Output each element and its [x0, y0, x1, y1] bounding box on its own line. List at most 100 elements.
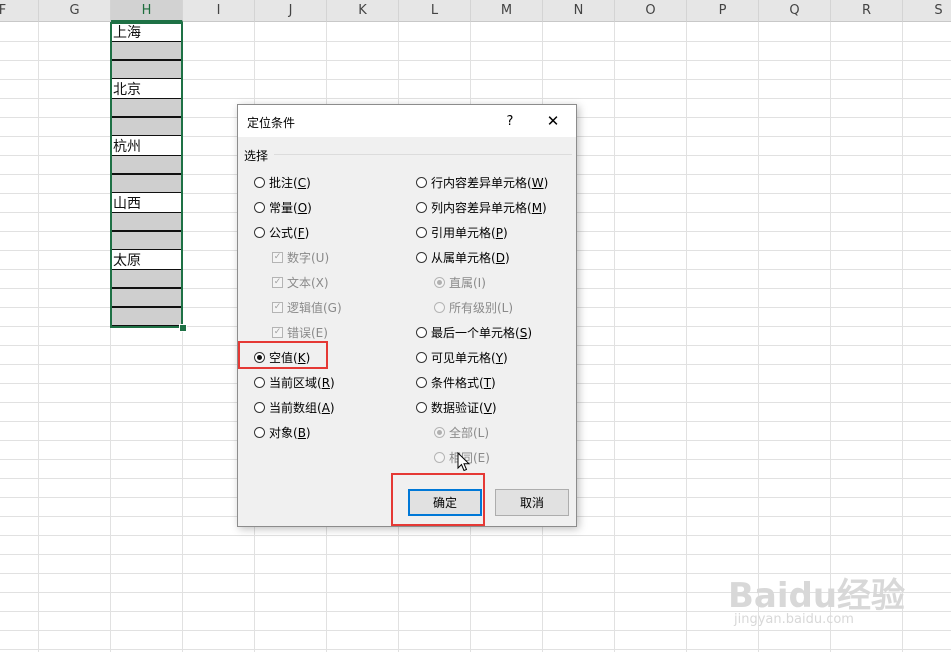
option-label: 逻辑值(G)	[287, 300, 342, 315]
option-label: 可见单元格(Y)	[431, 350, 508, 365]
radio-icon[interactable]	[254, 201, 265, 213]
option-sub-5: 所有级别(L)	[434, 298, 513, 316]
option-label: 行内容差异单元格(W)	[431, 175, 549, 190]
radio-icon[interactable]	[416, 326, 427, 338]
column-header-k[interactable]: K	[327, 0, 399, 22]
radio-icon[interactable]	[416, 401, 427, 413]
cell-h2[interactable]	[111, 41, 182, 60]
option-sub-4: 直属(I)	[434, 273, 486, 291]
radio-icon[interactable]	[416, 176, 427, 188]
radio-icon[interactable]	[254, 426, 265, 438]
cell-h14[interactable]	[111, 269, 182, 288]
column-header-l[interactable]: L	[399, 0, 471, 22]
watermark-text: Baidu经验	[728, 576, 906, 616]
option-v[interactable]: 数据验证(V)	[416, 398, 497, 416]
option-w[interactable]: 行内容差异单元格(W)	[416, 173, 548, 191]
radio-icon	[434, 451, 445, 463]
radio-icon[interactable]	[254, 401, 265, 413]
option-sub-3: ✓ 数字(U)	[272, 248, 329, 266]
dialog-title: 定位条件	[247, 116, 296, 130]
radio-icon[interactable]	[254, 176, 265, 188]
cell-h9[interactable]	[111, 174, 182, 193]
radio-icon[interactable]	[416, 251, 427, 263]
option-p[interactable]: 引用单元格(P)	[416, 223, 508, 241]
option-b[interactable]: 对象(B)	[254, 423, 311, 441]
column-header-g[interactable]: G	[39, 0, 111, 22]
column-header-o[interactable]: O	[615, 0, 687, 22]
dialog-titlebar[interactable]: 定位条件 ? ✕	[238, 105, 576, 137]
cell-h3[interactable]	[111, 60, 182, 79]
cancel-button[interactable]: 取消	[495, 489, 569, 516]
radio-checked-icon[interactable]	[254, 351, 265, 363]
option-d[interactable]: 从属单元格(D)	[416, 248, 510, 266]
option-label: 对象(B)	[269, 425, 311, 440]
cell-text: 北京	[113, 82, 141, 98]
column-header-h[interactable]: H	[111, 0, 183, 22]
radio-icon[interactable]	[416, 201, 427, 213]
select-group-label: 选择	[244, 149, 269, 163]
cell-h15[interactable]	[111, 288, 182, 307]
column-header-q[interactable]: Q	[759, 0, 831, 22]
cell-h4[interactable]: 北京	[111, 79, 182, 98]
radio-icon[interactable]	[254, 376, 265, 388]
radio-icon[interactable]	[416, 226, 427, 238]
option-label: 数据验证(V)	[431, 400, 497, 415]
checkbox-icon: ✓	[272, 326, 283, 338]
option-c[interactable]: 批注(C)	[254, 173, 311, 191]
watermark-url: jingyan.baidu.com	[734, 612, 854, 627]
cell-h6[interactable]	[111, 117, 182, 136]
option-m[interactable]: 列内容差异单元格(M)	[416, 198, 547, 216]
option-a[interactable]: 当前数组(A)	[254, 398, 335, 416]
column-header-i[interactable]: I	[183, 0, 255, 22]
cell-h13[interactable]: 太原	[111, 250, 182, 269]
cell-h1[interactable]: 上海	[111, 22, 182, 41]
cell-h11[interactable]	[111, 212, 182, 231]
option-label: 当前数组(A)	[269, 400, 335, 415]
option-label: 条件格式(T)	[431, 375, 496, 390]
option-f[interactable]: 公式(F)	[254, 223, 309, 241]
option-label: 空值(K)	[269, 350, 311, 365]
option-t[interactable]: 条件格式(T)	[416, 373, 496, 391]
cell-h12[interactable]	[111, 231, 182, 250]
option-r[interactable]: 当前区域(R)	[254, 373, 335, 391]
grid-row-line	[0, 649, 951, 650]
radio-checked-icon	[434, 426, 445, 438]
close-button[interactable]: ✕	[542, 111, 564, 131]
column-h-cells[interactable]: 上海北京杭州山西太原	[111, 22, 182, 327]
column-header-f[interactable]: F	[0, 0, 39, 22]
cell-text: 太原	[113, 253, 141, 269]
fill-handle[interactable]	[179, 324, 187, 332]
radio-icon[interactable]	[416, 376, 427, 388]
option-k[interactable]: 空值(K)	[254, 348, 310, 366]
option-sub-5: ✓ 逻辑值(G)	[272, 298, 342, 316]
column-header-r[interactable]: R	[831, 0, 903, 22]
option-label: 公式(F)	[269, 225, 310, 240]
column-header-n[interactable]: N	[543, 0, 615, 22]
radio-checked-icon	[434, 276, 445, 288]
column-header-s[interactable]: S	[903, 0, 951, 22]
cell-h16[interactable]	[111, 307, 182, 326]
option-o[interactable]: 常量(O)	[254, 198, 312, 216]
cell-text: 山西	[113, 196, 141, 212]
radio-icon	[434, 301, 445, 313]
cell-h5[interactable]	[111, 98, 182, 117]
radio-icon[interactable]	[254, 226, 265, 238]
option-label: 从属单元格(D)	[431, 250, 510, 265]
cell-h8[interactable]	[111, 155, 182, 174]
option-label: 常量(O)	[269, 200, 312, 215]
ok-button[interactable]: 确定	[408, 489, 482, 516]
cell-h10[interactable]: 山西	[111, 193, 182, 212]
option-y[interactable]: 可见单元格(Y)	[416, 348, 508, 366]
help-button[interactable]: ?	[500, 111, 520, 131]
option-sub-4: ✓ 文本(X)	[272, 273, 329, 291]
radio-icon[interactable]	[416, 351, 427, 363]
column-header-m[interactable]: M	[471, 0, 543, 22]
option-label: 直属(I)	[449, 275, 486, 290]
column-header-p[interactable]: P	[687, 0, 759, 22]
cell-h7[interactable]: 杭州	[111, 136, 182, 155]
option-s[interactable]: 最后一个单元格(S)	[416, 323, 532, 341]
grid-row-line	[0, 535, 951, 536]
checkbox-icon: ✓	[272, 251, 283, 263]
option-label: 批注(C)	[269, 175, 311, 190]
column-header-j[interactable]: J	[255, 0, 327, 22]
